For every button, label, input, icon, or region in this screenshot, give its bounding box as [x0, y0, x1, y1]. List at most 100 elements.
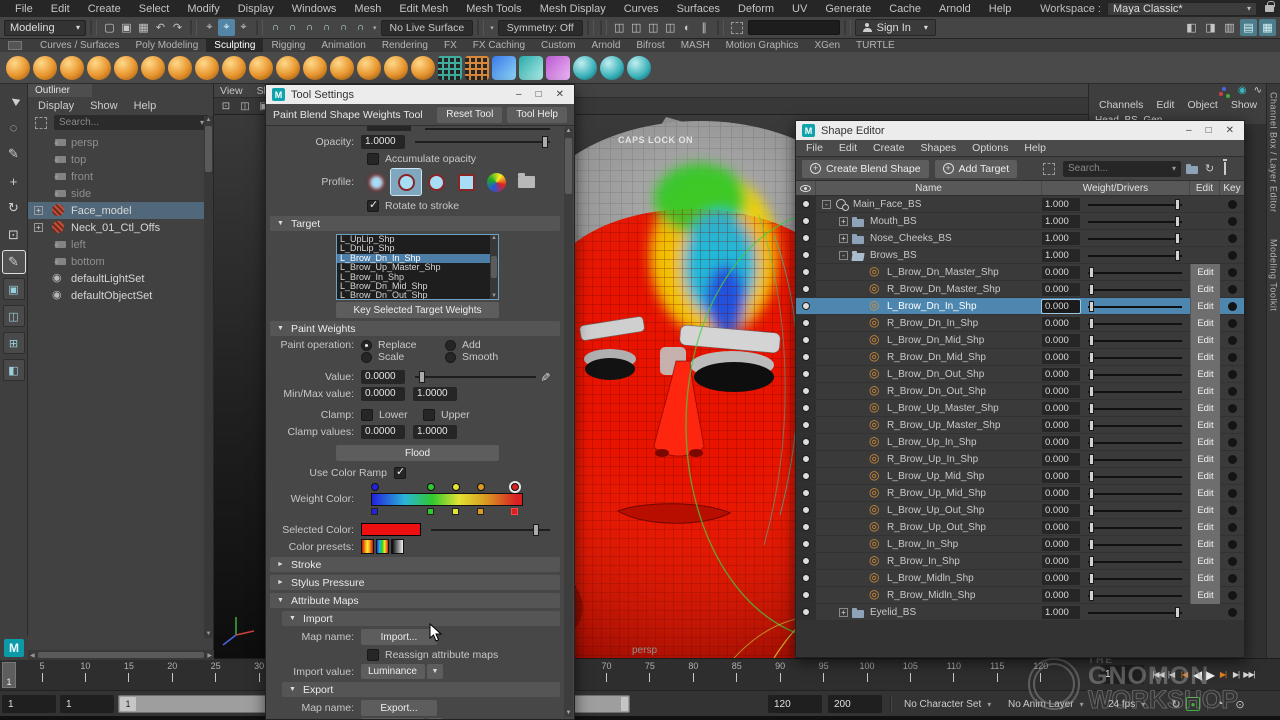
paint-operation-radio[interactable]: Replace	[361, 339, 445, 351]
shape-editor-row[interactable]: + Eyelid_BS 1.000 Edit	[796, 604, 1244, 621]
modeling-toolkit-toggle-icon[interactable]: ▤	[1240, 19, 1257, 36]
snap-to-curve-icon[interactable]: ∩	[284, 19, 301, 36]
sculpt-spray-brush-icon[interactable]	[222, 56, 246, 80]
expand-icon[interactable]: +	[839, 608, 848, 617]
open-scene-icon[interactable]: ▣	[118, 19, 135, 36]
shelf-tab[interactable]: Rendering	[374, 39, 436, 52]
shape-editor-menu-item[interactable]: Create	[873, 142, 905, 154]
close-button[interactable]: ✕	[556, 89, 564, 100]
visibility-toggle[interactable]	[796, 213, 816, 229]
shape-editor-row[interactable]: L_Brow_Dn_In_Shp 0.000 Edit	[796, 298, 1244, 315]
key-toggle[interactable]	[1220, 268, 1244, 277]
expand-icon[interactable]	[34, 274, 43, 283]
expand-icon[interactable]	[856, 268, 865, 277]
snap-options-arrow-icon[interactable]: ▾	[371, 24, 379, 32]
export-value-dropdown[interactable]: Luminance	[361, 718, 425, 719]
sculpt-fill-brush-icon[interactable]	[357, 56, 381, 80]
outliner-item[interactable]: defaultObjectSet	[28, 287, 213, 304]
sculpt-convert-grid-icon[interactable]	[465, 56, 489, 80]
clamp-max-field[interactable]: 1.0000	[413, 425, 457, 439]
sculpt-wax-brush-icon[interactable]	[303, 56, 327, 80]
shape-editor-search-input[interactable]: Search...	[1063, 161, 1181, 177]
shelf-tab[interactable]: FX	[436, 39, 465, 52]
expand-icon[interactable]	[34, 240, 43, 249]
weight-slider[interactable]	[1088, 198, 1182, 211]
weight-slider[interactable]	[1088, 538, 1182, 551]
menubar-item[interactable]: Display	[229, 3, 283, 15]
outliner-menu-item[interactable]: Display	[38, 100, 74, 112]
statusline-separator[interactable]	[844, 20, 851, 35]
statusline-separator[interactable]	[587, 20, 594, 35]
weight-slider[interactable]	[1088, 589, 1182, 602]
visibility-toggle[interactable]	[796, 230, 816, 246]
weight-value-field[interactable]: 1.000	[1042, 215, 1080, 228]
undo-icon[interactable]: ↶	[152, 19, 169, 36]
weight-slider[interactable]	[1088, 606, 1182, 619]
key-toggle[interactable]	[1220, 404, 1244, 413]
weight-slider[interactable]	[1088, 368, 1182, 381]
workspace-lock-icon[interactable]	[1265, 5, 1274, 12]
edit-button[interactable]: Edit	[1190, 434, 1220, 451]
step-forward-frame-button[interactable]: ▶|	[1230, 664, 1242, 685]
snap-to-projected-center-icon[interactable]: ∩	[318, 19, 335, 36]
camera-gate-icon[interactable]: ◉	[1238, 85, 1247, 96]
key-toggle[interactable]	[1220, 506, 1244, 515]
shape-editor-row[interactable]: + Mouth_BS 1.000 Edit	[796, 213, 1244, 230]
sculpt-mask-pink-icon[interactable]	[546, 56, 570, 80]
channel-box-menu-item[interactable]: Edit	[1156, 99, 1174, 111]
playback-start-field[interactable]: 1	[60, 695, 114, 713]
visibility-toggle[interactable]	[796, 417, 816, 433]
weight-value-field[interactable]: 0.000	[1042, 555, 1080, 568]
expand-icon[interactable]	[856, 523, 865, 532]
weight-value-field[interactable]: 0.000	[1042, 385, 1080, 398]
select-tool-icon[interactable]: ▲	[0, 85, 29, 116]
visibility-toggle[interactable]	[796, 587, 816, 603]
outliner-item[interactable]: side	[28, 185, 213, 202]
current-time-field[interactable]: 1	[1100, 665, 1144, 684]
menubar-item[interactable]: Windows	[283, 3, 346, 15]
value-field[interactable]: 0.0000	[361, 370, 405, 384]
shape-editor-row[interactable]: R_Brow_Up_Out_Shp 0.000 Edit	[796, 519, 1244, 536]
weight-slider[interactable]	[1088, 266, 1182, 279]
visibility-toggle[interactable]	[796, 400, 816, 416]
key-toggle[interactable]	[1220, 438, 1244, 447]
tool-settings-titlebar[interactable]: M Tool Settings – □ ✕	[266, 85, 574, 104]
weight-value-field[interactable]: 0.000	[1042, 419, 1080, 432]
expand-icon[interactable]	[856, 302, 865, 311]
key-toggle[interactable]	[1220, 353, 1244, 362]
symmetry-arrow-icon[interactable]: ▾	[488, 24, 496, 32]
shape-editor-row[interactable]: R_Brow_Up_Mid_Shp 0.000 Edit	[796, 485, 1244, 502]
expand-icon[interactable]	[856, 421, 865, 430]
snap-to-point-icon[interactable]: ∩	[301, 19, 318, 36]
expand-icon[interactable]: +	[34, 223, 43, 232]
visibility-toggle[interactable]	[796, 315, 816, 331]
render-current-frame-icon[interactable]: ◫	[628, 19, 645, 36]
shape-editor-row[interactable]: R_Brow_Dn_Mid_Shp 0.000 Edit	[796, 349, 1244, 366]
sculpt-imprint-brush-icon[interactable]	[276, 56, 300, 80]
visibility-toggle[interactable]	[796, 485, 816, 501]
visibility-toggle[interactable]	[796, 196, 816, 212]
sculpt-grab-brush-icon[interactable]	[114, 56, 138, 80]
key-toggle[interactable]	[1220, 608, 1244, 617]
weight-slider[interactable]	[1088, 300, 1182, 313]
edit-button[interactable]: Edit	[1190, 587, 1220, 604]
shape-editor-row[interactable]: + Nose_Cheeks_BS 1.000 Edit	[796, 230, 1244, 247]
shape-editor-row[interactable]: L_Brow_In_Shp 0.000 Edit	[796, 536, 1244, 553]
visibility-toggle[interactable]	[796, 247, 816, 263]
weight-value-field[interactable]: 0.000	[1042, 572, 1080, 585]
expand-icon[interactable]	[34, 155, 43, 164]
visibility-toggle[interactable]	[796, 468, 816, 484]
key-toggle[interactable]	[1220, 217, 1244, 226]
key-toggle[interactable]	[1220, 591, 1244, 600]
tool-settings-scrollbar[interactable]: ▲▼	[564, 127, 573, 717]
select-by-component-icon[interactable]: ⌖	[235, 19, 252, 36]
shape-editor-row[interactable]: L_Brow_Dn_Mid_Shp 0.000 Edit	[796, 332, 1244, 349]
paint-operation-radio[interactable]: Smooth	[445, 351, 529, 363]
weight-value-field[interactable]: 0.000	[1042, 504, 1080, 517]
weight-slider[interactable]	[1088, 385, 1182, 398]
weight-value-field[interactable]: 0.000	[1042, 266, 1080, 279]
outliner-tab[interactable]: Outliner	[28, 84, 92, 97]
anim-layer-dropdown[interactable]: No Anim Layer	[1002, 695, 1090, 713]
stylus-pressure-section-header[interactable]: Stylus Pressure	[270, 575, 560, 590]
menubar-item[interactable]: Mesh Tools	[457, 3, 530, 15]
